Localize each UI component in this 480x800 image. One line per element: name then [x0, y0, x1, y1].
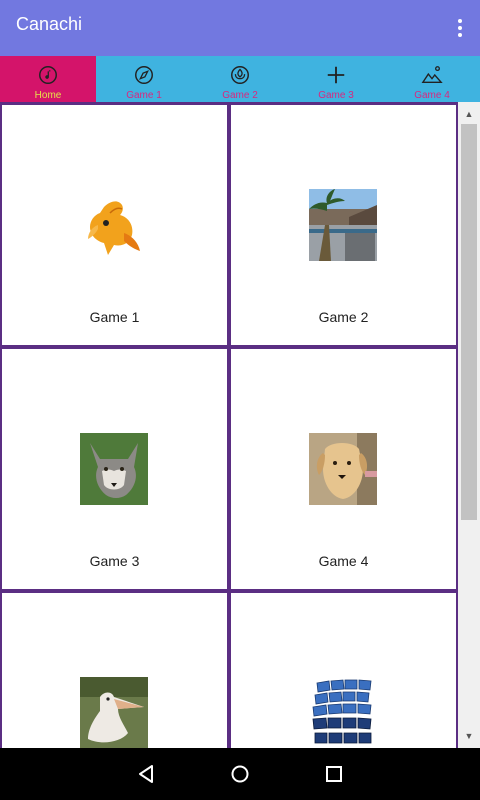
grid-item-5[interactable] — [2, 593, 227, 748]
grid-item-game-4[interactable]: Game 4 — [231, 349, 456, 589]
grid-item-game-2[interactable]: Game 2 — [231, 105, 456, 345]
back-icon[interactable] — [134, 762, 158, 786]
plus-icon — [327, 66, 345, 84]
home-icon[interactable] — [228, 762, 252, 786]
tab-game-3[interactable]: Game 3 — [288, 56, 384, 102]
grid-item-label: Game 3 — [89, 553, 140, 569]
compass-icon — [135, 66, 153, 84]
mountains-icon — [421, 66, 443, 84]
pelican-image — [80, 677, 148, 748]
tab-game-4[interactable]: Game 4 — [384, 56, 480, 102]
tab-label: Game 1 — [126, 90, 162, 101]
grid-item-6[interactable] — [231, 593, 456, 748]
game-grid: Game 1 Game 2 Game 3 Game 4 — [0, 102, 458, 748]
dog-image — [309, 433, 377, 505]
grid-item-game-3[interactable]: Game 3 — [2, 349, 227, 589]
grid-item-label: Game 2 — [318, 309, 369, 325]
blue-tiles-image — [309, 677, 377, 748]
scroll-up-arrow-icon[interactable]: ▲ — [458, 104, 480, 124]
game-grid-container: Game 1 Game 2 Game 3 Game 4 — [0, 102, 458, 748]
tab-label: Game 2 — [222, 90, 258, 101]
grid-item-label: Game 4 — [318, 553, 369, 569]
seaside-palm-image — [309, 189, 377, 261]
goldfish-image — [80, 189, 148, 261]
scroll-down-arrow-icon[interactable]: ▼ — [458, 726, 480, 746]
overflow-menu-icon[interactable] — [448, 14, 472, 42]
music-note-circle-icon — [39, 66, 57, 84]
scrollbar-thumb[interactable] — [461, 124, 477, 520]
recents-icon[interactable] — [322, 762, 346, 786]
tab-label: Home — [34, 90, 62, 101]
app-bar: Canachi — [0, 0, 480, 56]
wolf-image — [80, 433, 148, 505]
grid-item-label: Game 1 — [89, 309, 140, 325]
tab-bar: Home Game 1 Game 2 Game 3 Game 4 — [0, 56, 480, 102]
grid-item-game-1[interactable]: Game 1 — [2, 105, 227, 345]
scrollbar[interactable]: ▲ ▼ — [458, 102, 480, 748]
tab-label: Game 3 — [318, 90, 354, 101]
tab-game-1[interactable]: Game 1 — [96, 56, 192, 102]
tab-game-2[interactable]: Game 2 — [192, 56, 288, 102]
tab-label: Game 4 — [414, 90, 450, 101]
nature-circle-icon — [231, 66, 249, 84]
tab-home[interactable]: Home — [0, 56, 96, 102]
system-nav-bar — [0, 748, 480, 800]
app-title: Canachi — [16, 14, 83, 34]
